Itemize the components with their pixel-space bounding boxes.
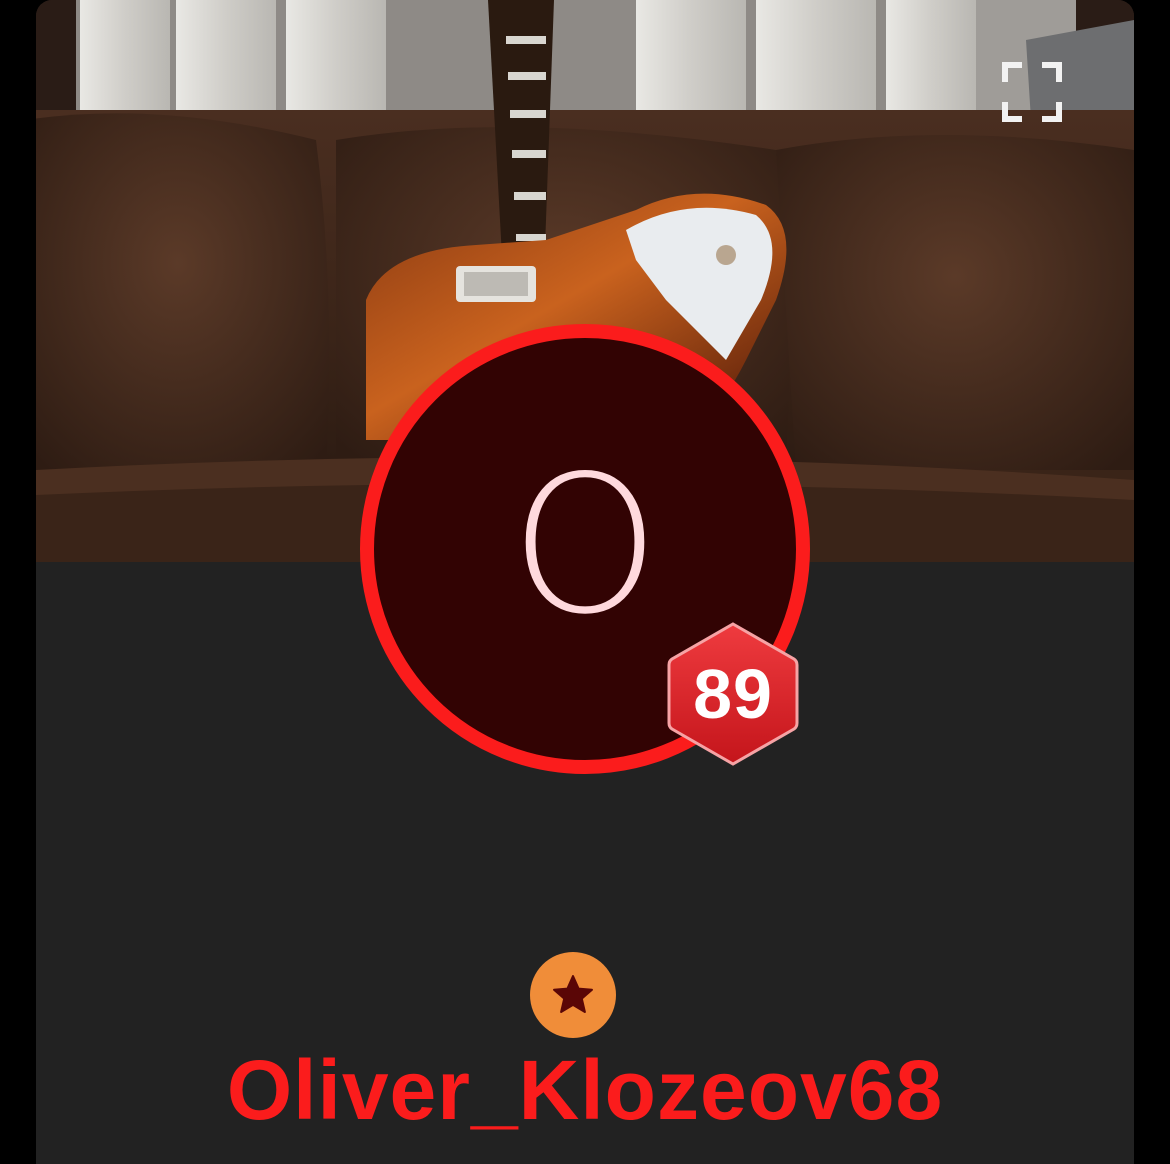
level-number: 89 <box>693 655 773 733</box>
star-icon <box>553 975 593 1013</box>
profile-card: O 89 Oliver_Klozeov68 <box>36 0 1134 1164</box>
rank-star-badge[interactable] <box>530 952 616 1038</box>
avatar-container: O 89 <box>360 324 810 774</box>
level-badge[interactable]: 89 <box>666 620 800 768</box>
username: Oliver_Klozeov68 <box>226 1043 944 1137</box>
expand-icon[interactable] <box>1002 62 1062 122</box>
avatar-initial: O <box>510 435 660 656</box>
